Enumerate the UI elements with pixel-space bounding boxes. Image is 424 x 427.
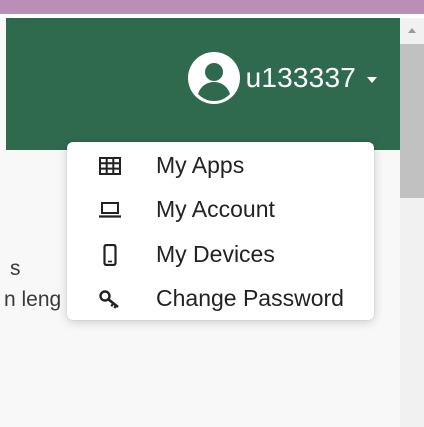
username-label: u133337 [245,62,356,93]
menu-item-my-account[interactable]: My Account [67,188,374,232]
background-text-line-2: n leng [4,288,62,311]
user-circle-icon [187,52,240,104]
menu-item-label: Change Password [156,285,344,311]
user-menu-toggle[interactable]: u133337 [187,52,378,104]
browser-viewport: u133337 s n leng My Apps My Account My D… [0,0,424,427]
scroll-up-button[interactable] [400,18,424,42]
scrollbar-thumb[interactable] [400,44,424,198]
laptop-icon [99,200,121,220]
app-header: u133337 [6,18,400,150]
menu-item-my-devices[interactable]: My Devices [67,233,374,277]
top-accent-stripe [0,0,424,14]
menu-item-change-password[interactable]: Change Password [67,277,374,321]
user-dropdown-menu: My Apps My Account My Devices Change Pas… [67,142,374,320]
mobile-phone-icon [99,244,121,266]
vertical-scrollbar[interactable] [400,18,424,427]
table-grid-icon [99,156,121,176]
caret-down-icon [367,77,377,83]
menu-item-my-apps[interactable]: My Apps [67,144,374,188]
menu-item-label: My Devices [156,241,275,267]
menu-item-label: My Apps [156,152,245,178]
scroll-up-arrow-icon [408,28,416,33]
key-icon [99,289,121,309]
background-text-line-1: s [10,257,21,280]
menu-item-label: My Account [156,196,275,222]
